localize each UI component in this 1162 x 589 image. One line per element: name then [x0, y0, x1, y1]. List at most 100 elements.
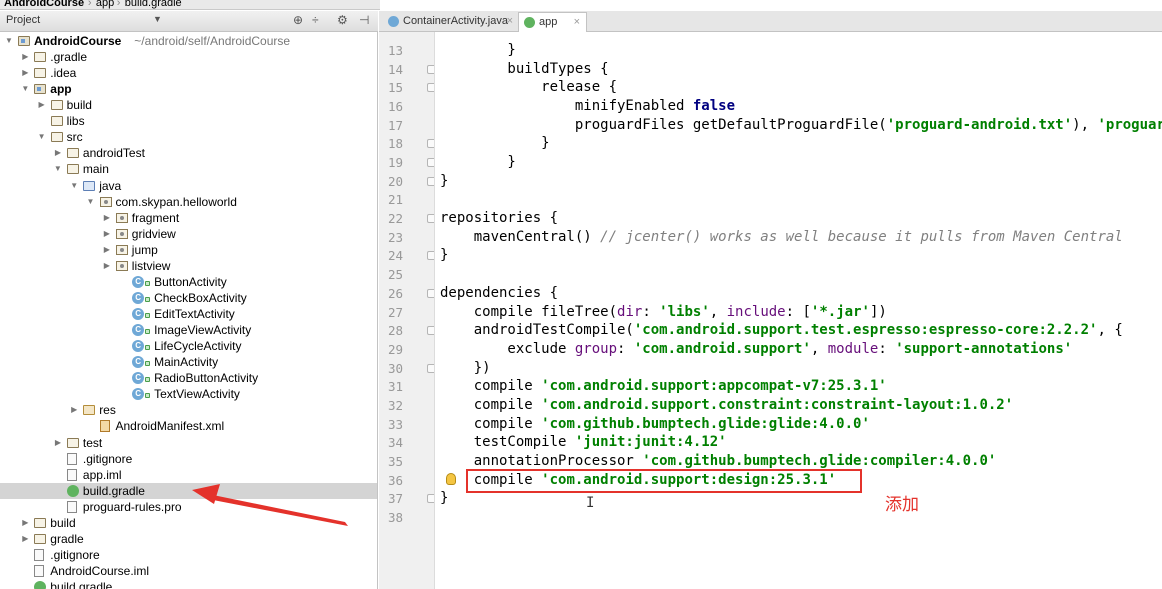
lock-icon	[145, 296, 151, 302]
tree-row[interactable]: C MainActivity	[0, 354, 377, 370]
code-token: annotationProcessor	[440, 452, 643, 469]
close-icon[interactable]: ×	[574, 13, 580, 32]
project-view-selector[interactable]: Project	[6, 14, 40, 26]
tree-row[interactable]: ▶ build	[0, 97, 377, 113]
collapsed-arrow-icon[interactable]: ▶	[20, 531, 30, 547]
tree-item-label: TextViewActivity	[154, 387, 240, 402]
tree-row[interactable]: ▶ listview	[0, 258, 377, 274]
tree-row[interactable]: ▶ gradle	[0, 531, 377, 547]
collapsed-arrow-icon[interactable]: ▶	[102, 210, 112, 226]
collapsed-arrow-icon[interactable]: ▶	[53, 145, 63, 161]
tree-row[interactable]: ▶ .idea	[0, 65, 377, 81]
folder-icon	[50, 132, 63, 143]
collapsed-arrow-icon[interactable]: ▶	[37, 97, 47, 113]
tree-row[interactable]: C TextViewActivity	[0, 386, 377, 402]
close-icon[interactable]: ×	[507, 12, 513, 31]
tree-row[interactable]: C ButtonActivity	[0, 274, 377, 290]
lock-icon	[145, 393, 151, 399]
tree-row[interactable]: ▼ app	[0, 81, 377, 97]
line-number: 17	[387, 117, 403, 133]
lock-icon	[145, 361, 151, 367]
expanded-arrow-icon[interactable]: ▼	[37, 129, 47, 145]
code-editor[interactable]: } buildTypes { release { minifyEnabled f…	[436, 32, 1162, 589]
tree-row[interactable]: ▶ test	[0, 435, 377, 451]
class-icon: C	[132, 275, 145, 288]
tree-row[interactable]: ▶ .gradle	[0, 49, 377, 65]
tree-row[interactable]: AndroidManifest.xml	[0, 418, 377, 434]
breadcrumb-item[interactable]: app	[96, 0, 114, 9]
annotation-arrow-icon	[192, 484, 348, 526]
tree-item-label: main	[82, 162, 109, 177]
fold-marker-icon[interactable]	[427, 176, 434, 186]
fold-marker-icon[interactable]	[427, 363, 434, 373]
collapsed-arrow-icon[interactable]: ▶	[20, 65, 30, 81]
tree-row[interactable]: C RadioButtonActivity	[0, 370, 377, 386]
tree-row[interactable]: C LifeCycleActivity	[0, 338, 377, 354]
hide-panel-icon[interactable]: ⊣	[359, 13, 369, 27]
tree-row[interactable]: libs	[0, 113, 377, 129]
tree-row[interactable]: ▼ java	[0, 178, 377, 194]
tree-item-label: ImageViewActivity	[154, 323, 252, 338]
tree-row[interactable]: C ImageViewActivity	[0, 322, 377, 338]
fold-marker-icon[interactable]	[427, 158, 434, 168]
tree-row[interactable]: ▼ com.skypan.helloworld	[0, 194, 377, 210]
tree-row[interactable]: C EditTextActivity	[0, 306, 377, 322]
expanded-arrow-icon[interactable]: ▼	[86, 194, 96, 210]
tree-item-label: fragment	[131, 210, 180, 225]
collapsed-arrow-icon[interactable]: ▶	[20, 515, 30, 531]
class-icon: C	[132, 372, 145, 385]
tree-item-label: .gitignore	[50, 547, 100, 562]
collapsed-arrow-icon[interactable]: ▶	[69, 402, 79, 418]
editor-tab[interactable]: app ×	[518, 12, 587, 32]
chevron-down-icon[interactable]: ▼	[153, 14, 162, 24]
expanded-arrow-icon[interactable]: ▼	[69, 178, 79, 194]
fold-marker-icon[interactable]	[427, 251, 434, 261]
gradle-icon	[34, 581, 47, 589]
fold-marker-icon[interactable]	[427, 288, 434, 298]
tree-item-path: ~/android/self/AndroidCourse	[134, 34, 291, 48]
line-number: 28	[387, 323, 403, 339]
code-line: buildTypes {	[440, 60, 608, 79]
tree-row[interactable]: AndroidCourse.iml	[0, 563, 377, 579]
tree-row[interactable]: ▶ gridview	[0, 226, 377, 242]
lightbulb-icon[interactable]	[446, 473, 456, 485]
tree-row[interactable]: ▼ main	[0, 161, 377, 177]
expanded-arrow-icon[interactable]: ▼	[20, 81, 30, 97]
tree-row[interactable]: ▼ src	[0, 129, 377, 145]
tree-row[interactable]: ▶ res	[0, 402, 377, 418]
code-token: 'com.android.support'	[633, 340, 811, 357]
tree-row[interactable]: ▶ androidTest	[0, 145, 377, 161]
fold-marker-icon[interactable]	[427, 83, 434, 93]
fold-marker-icon[interactable]	[427, 494, 434, 504]
lock-icon	[145, 313, 151, 319]
tree-row[interactable]: .gitignore	[0, 451, 377, 467]
editor-tab[interactable]: ContainerActivity.java ×	[383, 12, 519, 32]
collapsed-arrow-icon[interactable]: ▶	[102, 258, 112, 274]
code-token: dependencies {	[440, 284, 559, 301]
code-token: 'proguard-android.txt'	[886, 116, 1073, 133]
collapsed-arrow-icon[interactable]: ▶	[102, 242, 112, 258]
breadcrumb-item[interactable]: AndroidCourse	[4, 0, 84, 9]
collapsed-arrow-icon[interactable]: ▶	[53, 435, 63, 451]
gear-icon[interactable]: ⚙	[337, 13, 348, 27]
tree-row[interactable]: ▶ fragment	[0, 210, 377, 226]
sync-icon[interactable]: ⊕	[293, 13, 303, 27]
tree-row[interactable]: ▶ jump	[0, 242, 377, 258]
breadcrumb-item[interactable]: build.gradle	[125, 0, 182, 9]
collapsed-arrow-icon[interactable]: ▶	[102, 226, 112, 242]
fold-marker-icon[interactable]	[427, 64, 434, 74]
fold-marker-icon[interactable]	[427, 214, 434, 224]
code-line: }	[440, 41, 515, 60]
fold-marker-icon[interactable]	[427, 326, 434, 336]
tree-row[interactable]: .gitignore	[0, 547, 377, 563]
fold-marker-icon[interactable]	[427, 139, 434, 149]
expanded-arrow-icon[interactable]: ▼	[53, 161, 63, 177]
code-line: minifyEnabled false	[440, 97, 735, 116]
collapse-icon[interactable]: ÷	[312, 13, 319, 27]
tree-row[interactable]: ▼ AndroidCourse ~/android/self/AndroidCour…	[0, 33, 377, 49]
tree-row[interactable]: build.gradle	[0, 579, 377, 589]
tree-row[interactable]: C CheckBoxActivity	[0, 290, 377, 306]
expanded-arrow-icon[interactable]: ▼	[4, 33, 14, 49]
collapsed-arrow-icon[interactable]: ▶	[20, 49, 30, 65]
code-line: exclude group: 'com.android.support', mo…	[440, 340, 1072, 359]
